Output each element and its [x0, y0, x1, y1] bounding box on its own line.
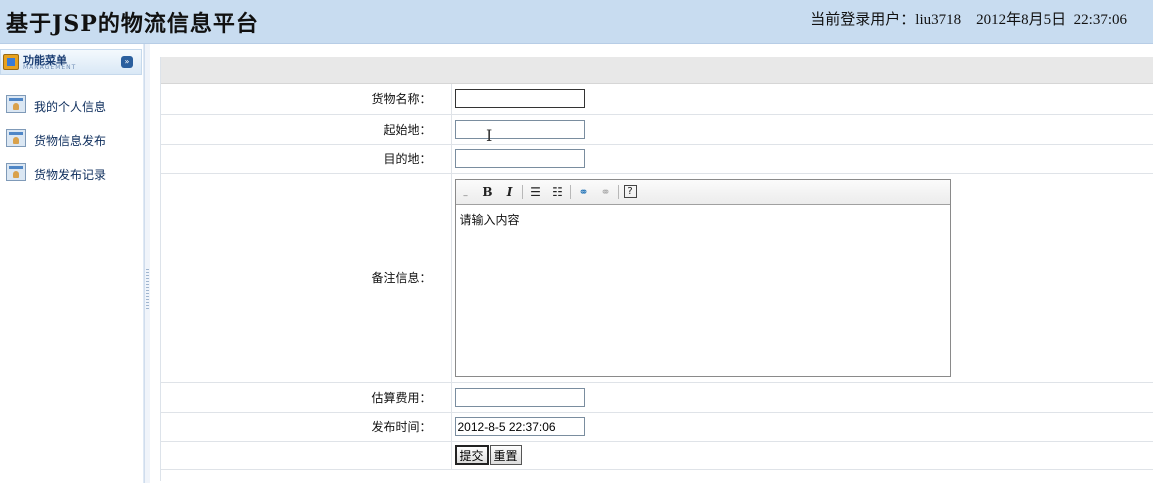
ordered-list-icon[interactable]: ☰ — [528, 184, 544, 200]
current-date: 2012年8月5日 — [976, 12, 1067, 28]
page-title: 基于JSP的物流信息平台 — [6, 11, 259, 37]
goods-form: 货物名称： 起始地： 目的地： 备注信息： _ B I ☰ ☷ ⚭ ⚭ ? 请输… — [161, 84, 1153, 470]
link-icon[interactable]: ⚭ — [576, 184, 592, 200]
publish-time-input[interactable] — [454, 417, 585, 436]
sidebar-item-label: 货物信息发布 — [34, 134, 107, 148]
form-row-origin: 起始地： — [161, 114, 1153, 145]
help-icon[interactable]: ? — [623, 184, 637, 198]
sidebar-splitter[interactable] — [144, 44, 150, 483]
form-row-cost: 估算费用： — [161, 382, 1153, 413]
text-cursor-icon: I — [486, 126, 493, 145]
form-row-remarks: 备注信息： _ B I ☰ ☷ ⚭ ⚭ ? 请输入内容 — [161, 173, 1153, 383]
toolbar-separator — [569, 184, 571, 199]
sidebar-item-my-info[interactable]: 我的个人信息 — [6, 94, 136, 116]
header-bar: 基于JSP的物流信息平台 当前登录用户：liu3718 2012年8月5日 22… — [0, 0, 1153, 44]
toolbar-separator — [521, 184, 523, 199]
sidebar-item-label: 我的个人信息 — [34, 100, 107, 114]
form-row-actions: 提交 重置 — [161, 441, 1153, 470]
form-header-bar — [161, 57, 1153, 84]
publish-time-label: 发布时间： — [161, 412, 451, 442]
sidebar: 功能菜单 MANAGEMENT » 我的个人信息 货物信息发布 货物发布记录 — [0, 44, 144, 483]
user-card-icon — [6, 95, 26, 113]
form-row-publish-time: 发布时间： — [161, 412, 1153, 442]
collapse-icon[interactable]: » — [121, 56, 133, 68]
user-card-icon — [6, 163, 26, 181]
unordered-list-icon[interactable]: ☷ — [550, 184, 566, 200]
origin-input[interactable] — [454, 119, 585, 139]
toolbar-separator — [617, 184, 619, 199]
rich-text-editor[interactable]: _ B I ☰ ☷ ⚭ ⚭ ? 请输入内容 — [454, 178, 951, 377]
login-label: 当前登录用户： — [810, 12, 916, 28]
menu-icon — [3, 54, 19, 70]
goods-name-label: 货物名称： — [161, 84, 451, 115]
sidebar-item-label: 货物发布记录 — [34, 168, 107, 182]
menu-header[interactable]: 功能菜单 MANAGEMENT » — [0, 49, 142, 75]
submit-button[interactable]: 提交 — [454, 444, 489, 465]
user-card-icon — [6, 129, 26, 147]
reset-button[interactable]: 重置 — [489, 445, 522, 466]
editor-toolbar: _ B I ☰ ☷ ⚭ ⚭ ? — [455, 179, 950, 205]
goods-name-input[interactable] — [454, 89, 585, 109]
destination-label: 目的地： — [161, 144, 451, 174]
remarks-label: 备注信息： — [161, 173, 451, 383]
toolbar-handle-icon: _ — [463, 186, 468, 196]
current-time: 22:37:06 — [1073, 12, 1127, 28]
username: liu3718 — [915, 12, 962, 28]
cost-input[interactable] — [454, 387, 585, 407]
cost-label: 估算费用： — [161, 382, 451, 413]
splitter-grip[interactable] — [146, 269, 149, 309]
form-row-destination: 目的地： — [161, 144, 1153, 174]
form-row-goods-name: 货物名称： — [161, 84, 1153, 115]
main-content: 货物名称： 起始地： 目的地： 备注信息： _ B I ☰ ☷ ⚭ ⚭ ? 请输… — [160, 57, 1153, 481]
origin-label: 起始地： — [161, 114, 451, 145]
editor-content[interactable]: 请输入内容 — [456, 205, 950, 234]
italic-button[interactable]: I — [502, 184, 518, 200]
menu-subtitle: MANAGEMENT — [23, 64, 77, 71]
destination-input[interactable] — [454, 149, 585, 168]
user-info: 当前登录用户：liu3718 2012年8月5日 22:37:06 — [810, 8, 1127, 29]
bold-button[interactable]: B — [480, 184, 496, 200]
sidebar-item-publish-goods[interactable]: 货物信息发布 — [6, 128, 136, 150]
unlink-icon[interactable]: ⚭ — [598, 184, 614, 200]
sidebar-item-publish-records[interactable]: 货物发布记录 — [6, 162, 136, 184]
